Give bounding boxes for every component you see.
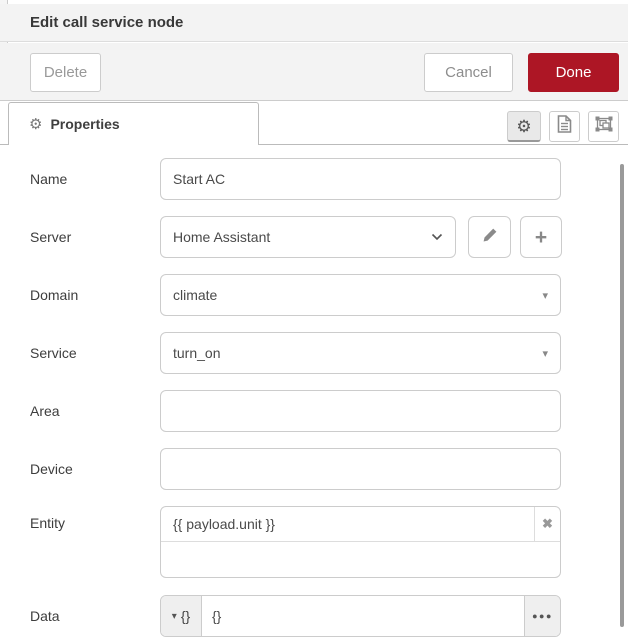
device-input[interactable]	[160, 448, 561, 490]
tray-header: Edit call service node	[0, 4, 628, 42]
description-button[interactable]	[549, 111, 580, 142]
dialog-title: Edit call service node	[30, 4, 183, 42]
file-icon	[557, 115, 572, 138]
gear-icon: ⚙	[516, 118, 531, 135]
domain-input-value: climate	[173, 287, 542, 303]
server-select-value: Home Assistant	[173, 229, 431, 245]
tray-toolbar: Delete Cancel Done	[0, 43, 628, 101]
json-type-icon: {}	[181, 608, 190, 624]
service-label: Service	[30, 332, 150, 374]
domain-input[interactable]: climate ▾	[160, 274, 561, 316]
name-input[interactable]	[160, 158, 561, 200]
ellipsis-icon: ●●●	[532, 611, 553, 621]
entity-list-item-empty[interactable]	[161, 542, 560, 578]
remove-icon[interactable]: ✖	[534, 507, 560, 542]
caret-down-icon: ▾	[542, 347, 548, 360]
delete-button[interactable]: Delete	[30, 53, 101, 92]
service-input[interactable]: turn_on ▾	[160, 332, 561, 374]
chevron-down-icon	[431, 233, 443, 241]
edit-tray: Edit call service node Delete Cancel Don…	[0, 0, 628, 639]
entity-list-item[interactable]: {{ payload.unit }} ✖	[161, 507, 560, 542]
data-type-select[interactable]: ▾ {}	[161, 596, 202, 636]
area-label: Area	[30, 390, 150, 432]
object-group-icon	[595, 116, 613, 137]
entity-list: {{ payload.unit }} ✖	[160, 506, 561, 578]
area-input[interactable]	[160, 390, 561, 432]
data-input-value[interactable]: {}	[202, 596, 524, 636]
edit-properties-button[interactable]: ⚙	[507, 111, 541, 142]
device-label: Device	[30, 448, 150, 490]
scrollbar-thumb[interactable]	[620, 164, 624, 627]
data-label: Data	[30, 595, 150, 637]
appearance-button[interactable]	[588, 111, 619, 142]
server-select[interactable]: Home Assistant	[160, 216, 456, 258]
edit-server-button[interactable]	[468, 216, 511, 258]
service-input-value: turn_on	[173, 345, 542, 361]
expand-editor-button[interactable]: ●●●	[524, 596, 560, 636]
data-typed-input: ▾ {} {} ●●●	[160, 595, 561, 637]
plus-icon: +	[535, 227, 547, 248]
done-button[interactable]: Done	[528, 53, 619, 92]
add-server-button[interactable]: +	[520, 216, 562, 258]
properties-form: Name Server Home Assistant + Domain clim…	[0, 145, 628, 639]
gear-icon: ⚙	[29, 115, 42, 133]
tab-properties[interactable]: ⚙ Properties	[8, 102, 259, 145]
server-label: Server	[30, 216, 150, 258]
pencil-icon	[482, 227, 498, 248]
cancel-button[interactable]: Cancel	[424, 53, 513, 92]
caret-down-icon: ▾	[172, 611, 177, 622]
tab-bar: ⚙ Properties ⚙	[0, 101, 628, 145]
name-label: Name	[30, 158, 150, 200]
domain-label: Domain	[30, 274, 150, 316]
caret-down-icon: ▾	[542, 289, 548, 302]
entity-label: Entity	[30, 506, 150, 541]
tab-properties-label: Properties	[50, 116, 119, 132]
entity-value: {{ payload.unit }}	[161, 516, 534, 532]
